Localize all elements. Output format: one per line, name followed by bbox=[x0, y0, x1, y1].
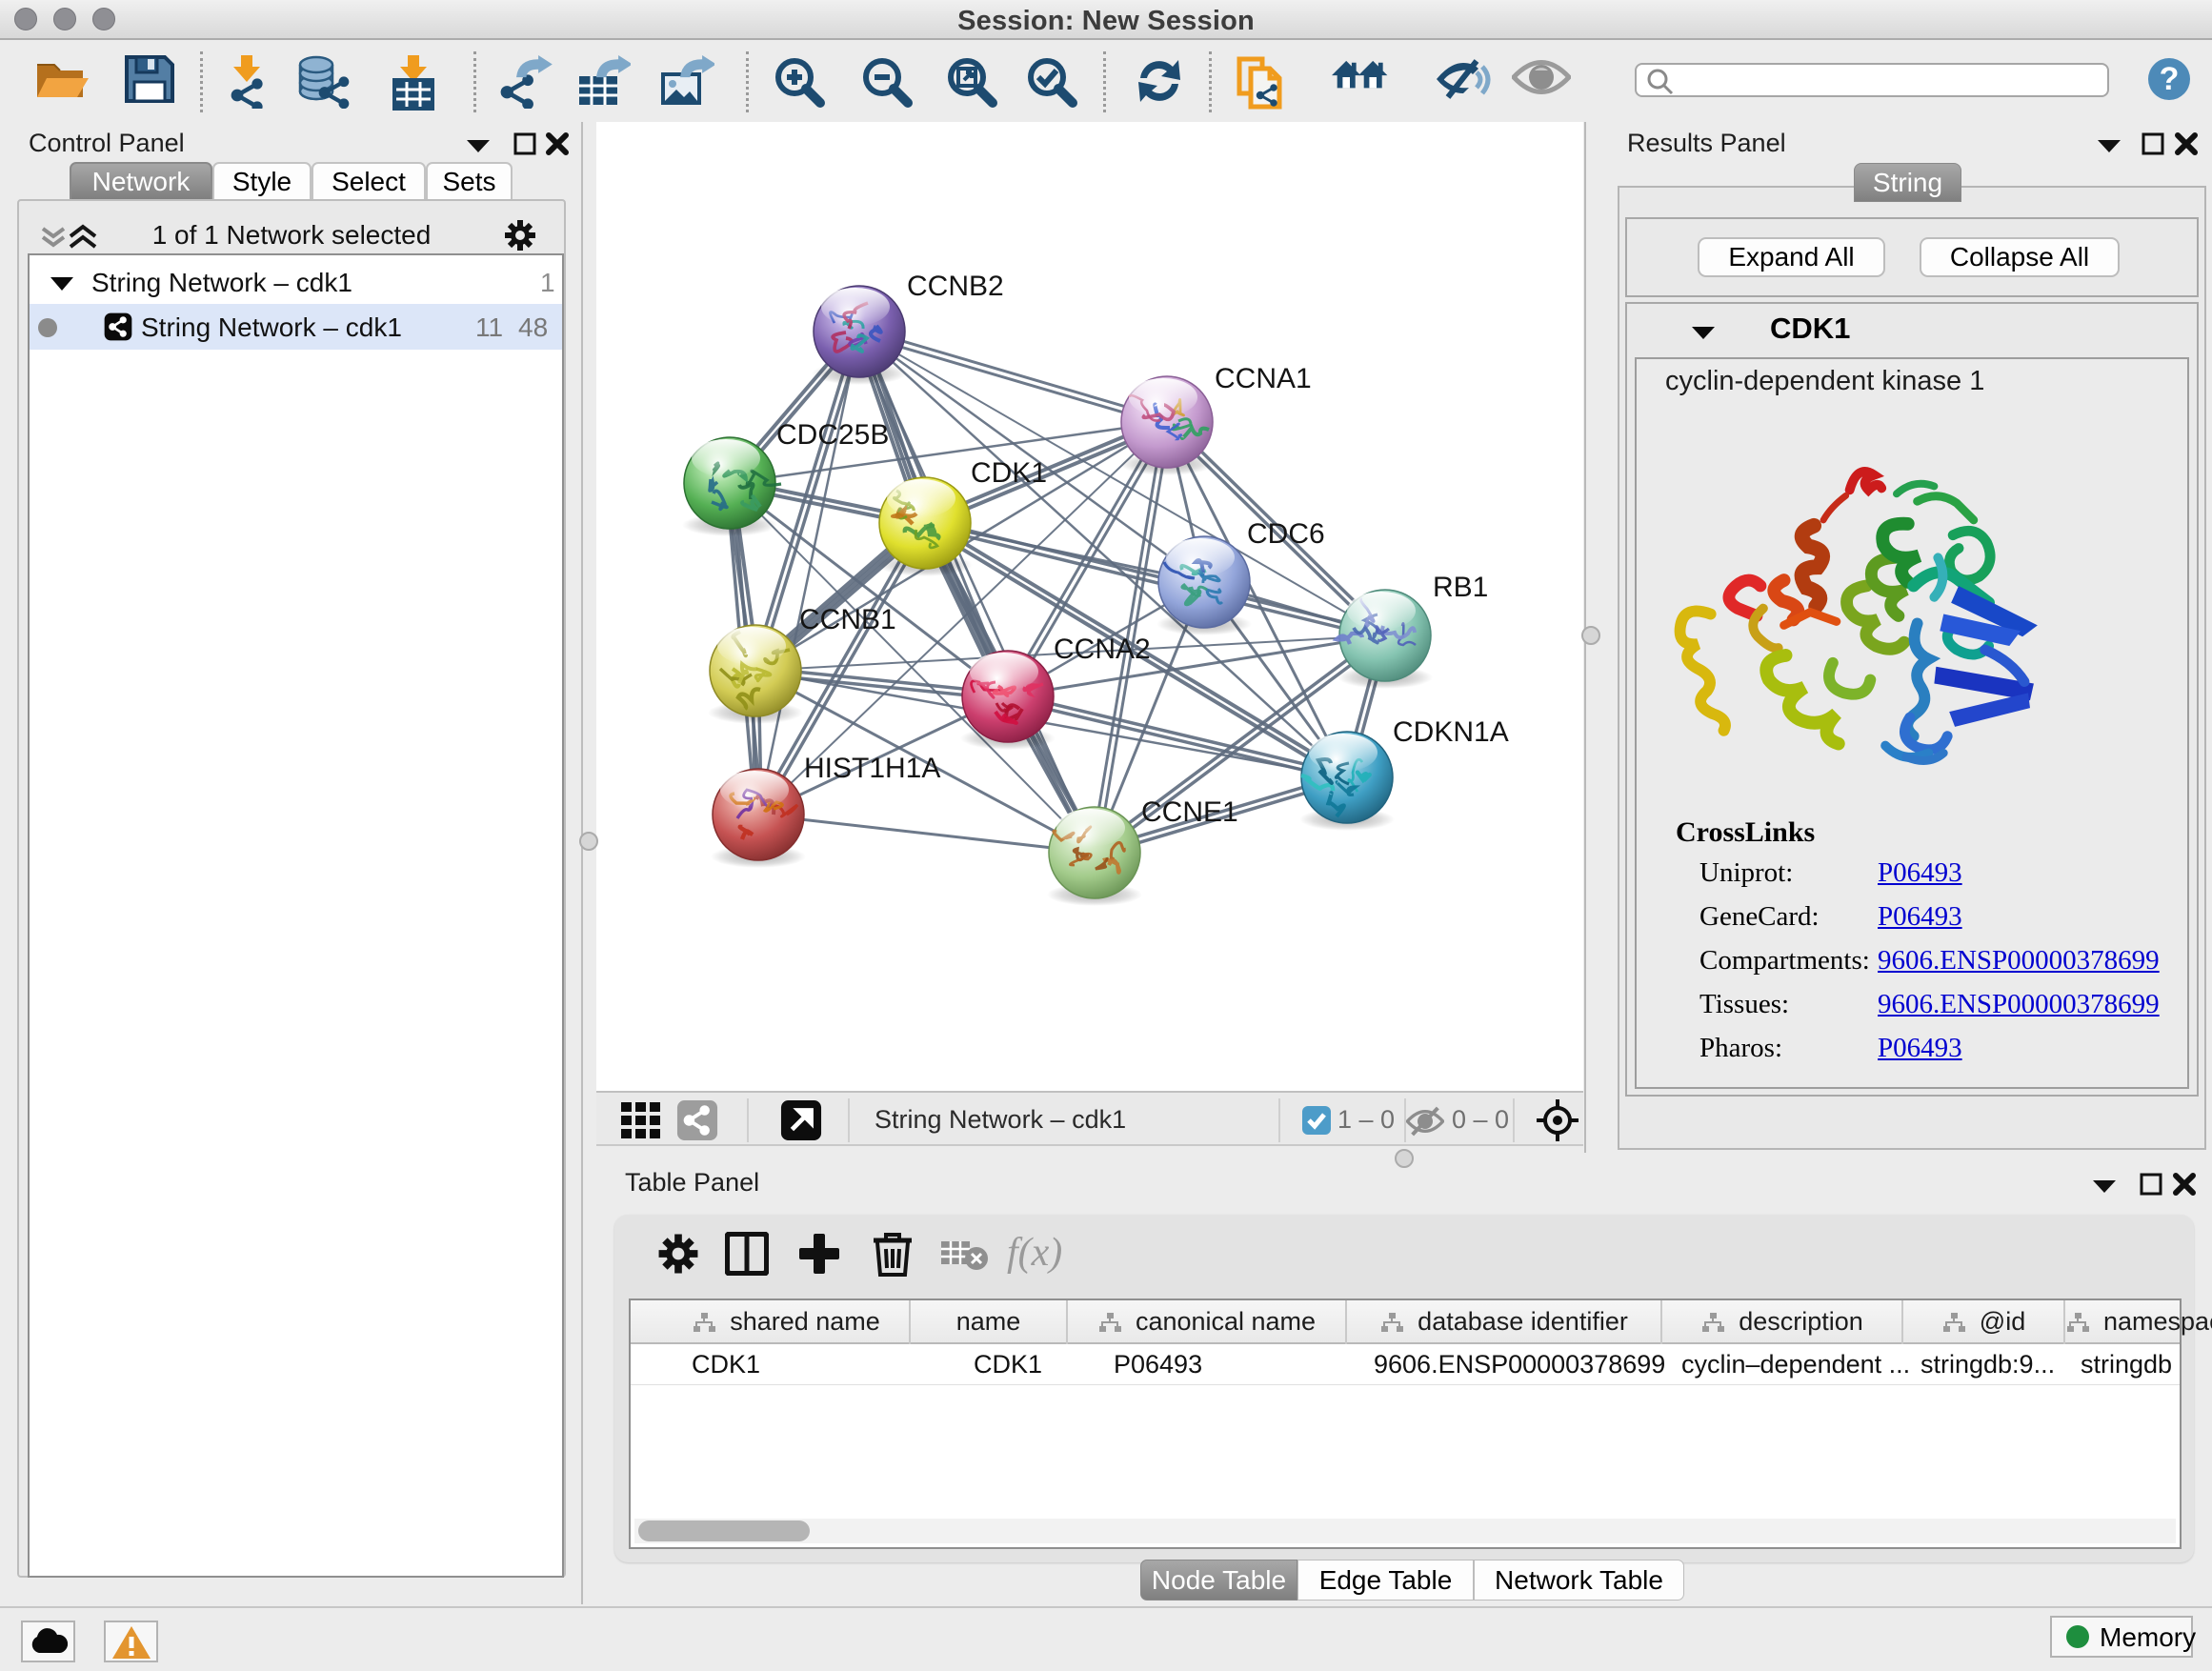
svg-text:CCNE1: CCNE1 bbox=[1141, 796, 1238, 828]
svg-text:CDC6: CDC6 bbox=[1247, 518, 1325, 550]
svg-text:CCNA1: CCNA1 bbox=[1215, 363, 1312, 394]
svg-text:CCNB2: CCNB2 bbox=[907, 271, 1004, 302]
svg-text:CDKN1A: CDKN1A bbox=[1393, 716, 1509, 748]
svg-text:CDK1: CDK1 bbox=[971, 457, 1047, 489]
svg-text:RB1: RB1 bbox=[1433, 572, 1488, 603]
svg-text:CDC25B: CDC25B bbox=[776, 419, 889, 451]
svg-text:CCNB1: CCNB1 bbox=[799, 604, 896, 635]
svg-text:?: ? bbox=[2160, 61, 2180, 97]
svg-text:HIST1H1A: HIST1H1A bbox=[804, 753, 940, 784]
svg-text:CCNA2: CCNA2 bbox=[1054, 634, 1151, 665]
